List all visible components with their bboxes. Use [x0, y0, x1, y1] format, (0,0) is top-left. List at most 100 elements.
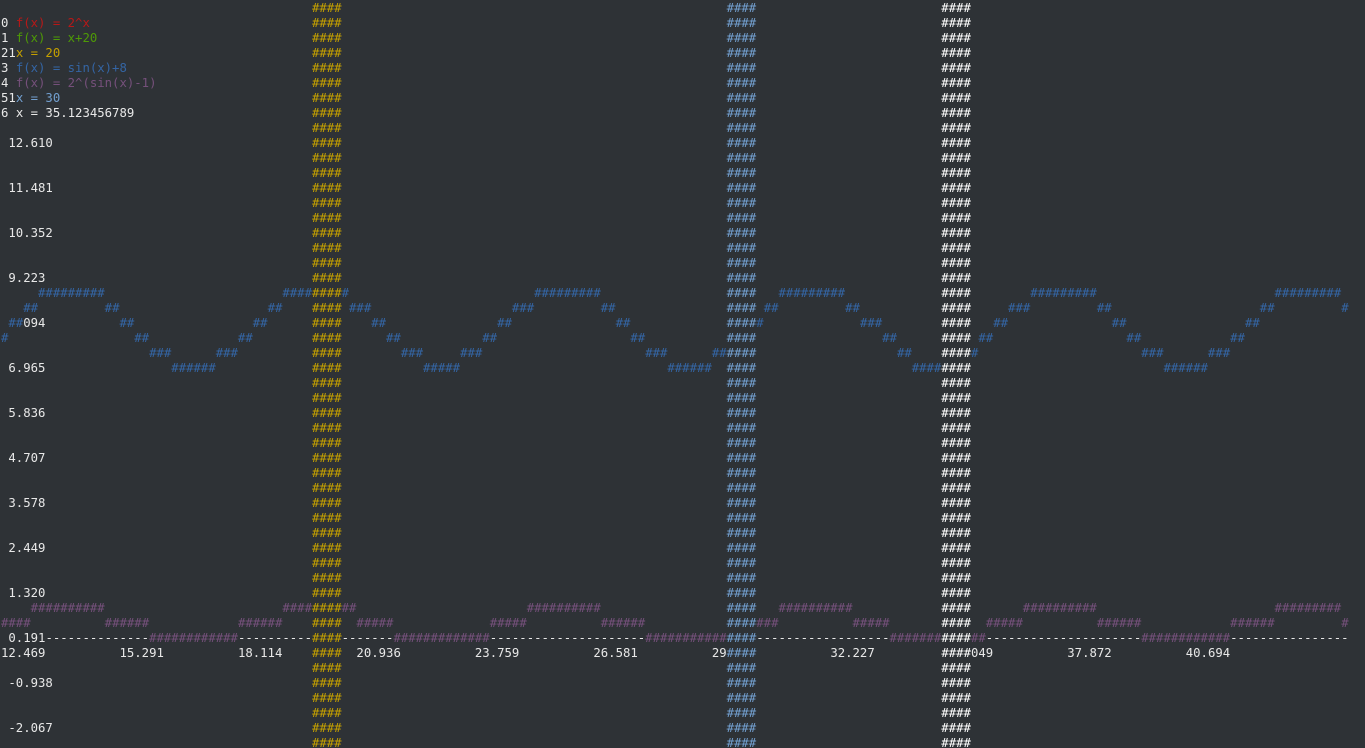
blank-space [512, 316, 616, 330]
blank-space [756, 646, 830, 660]
blank-space [756, 106, 941, 120]
vertical-line-x35: # [941, 601, 949, 615]
blank-space [978, 346, 1141, 360]
blank-space [1, 556, 312, 570]
blank-space: ### [734, 286, 757, 300]
blank-space: ### [734, 616, 757, 630]
blank-space: ### [319, 721, 342, 735]
vertical-line-x35: # [941, 211, 949, 225]
blank-space: ### [734, 301, 757, 315]
blank-space [630, 316, 726, 330]
blank-space [282, 301, 312, 315]
blank-space: ### [319, 526, 342, 540]
blank-space [756, 511, 941, 525]
vertical-line-x30: # [726, 286, 735, 300]
blank-space [756, 526, 941, 540]
y-tick-label: -0.938 [8, 676, 53, 690]
vertical-line-x30: # [726, 301, 735, 315]
terminal-row: #### #### #### [1, 466, 1348, 481]
terminal-row: #### #### #### [1, 241, 1348, 256]
blank-space [971, 226, 1349, 240]
x-tick-label: 26.581 [593, 646, 638, 660]
blank-space [971, 271, 1349, 285]
blank-space: ### [948, 16, 971, 30]
blank-space [971, 466, 1349, 480]
sin-curve-mark: ## [1096, 301, 1112, 315]
blank-space: ### [948, 676, 971, 690]
blank-space: ### [948, 376, 971, 390]
blank-space [1, 436, 312, 450]
vertical-line-x30: # [726, 151, 734, 165]
blank-space [156, 76, 311, 90]
vertical-line-x35: # [941, 241, 949, 255]
blank-space [534, 301, 601, 315]
vertical-line-x30: # [726, 556, 734, 570]
blank-space [342, 76, 727, 90]
vertical-line-x35: # [941, 481, 949, 495]
blank-space: ### [733, 721, 757, 735]
vertical-line-x30: # [726, 256, 734, 270]
x-tick-label: 12.469 [1, 646, 46, 660]
blank-space [971, 196, 1349, 210]
blank-space [993, 331, 1126, 345]
blank-space [971, 46, 1349, 60]
blank-space [756, 331, 882, 345]
blank-space: ### [734, 346, 757, 360]
blank-space: ### [319, 31, 342, 45]
blank-space [667, 346, 711, 360]
y-tick-label: 10.352 [8, 226, 53, 240]
sin-curve-mark: ### [1207, 346, 1231, 360]
terminal-graph: #### #### #### 0 f(x) = 2^x #### #### ##… [0, 0, 1365, 748]
vertical-line-x35: # [941, 181, 949, 195]
blank-space: ### [948, 286, 971, 300]
terminal-row: #### #### #### [1, 121, 1348, 136]
blank-space [993, 646, 1067, 660]
blank-space [756, 676, 941, 690]
terminal-row: #### #### #### [1, 511, 1348, 526]
blank-space [645, 616, 726, 630]
vertical-line-x30: # [726, 196, 734, 210]
exp-sin-curve-mark: ######### [1274, 601, 1342, 615]
blank-space: ### [319, 436, 342, 450]
blank-space: ### [319, 181, 342, 195]
blank-space: ### [733, 151, 757, 165]
blank-space [342, 256, 727, 270]
blank-space: ### [733, 676, 757, 690]
vertical-line-x30: # [726, 466, 734, 480]
blank-space [53, 721, 312, 735]
blank-space [45, 451, 312, 465]
blank-space: ### [733, 31, 757, 45]
blank-space [971, 316, 993, 330]
blank-space: ### [733, 466, 757, 480]
blank-space [601, 601, 727, 615]
vertical-line-x35: # [941, 301, 949, 315]
blank-space: ### [319, 196, 342, 210]
sin-curve-mark: #### [911, 361, 942, 375]
blank-space: ### [319, 646, 342, 660]
blank-space [342, 121, 727, 135]
blank-space [8, 331, 134, 345]
blank-space: ### [319, 361, 342, 375]
sin-curve-mark: ## [371, 316, 387, 330]
blank-space [756, 226, 941, 240]
blank-space [1, 256, 312, 270]
exp-sin-curve-mark: ### [756, 616, 779, 630]
blank-space [712, 361, 727, 375]
blank-space [423, 346, 460, 360]
blank-space [756, 346, 897, 360]
blank-space [1, 601, 31, 615]
blank-space: ### [733, 61, 757, 75]
blank-space [342, 556, 727, 570]
sin-curve-mark: ## [882, 331, 897, 345]
blank-space [1, 466, 312, 480]
blank-space [756, 136, 941, 150]
blank-space [1, 196, 312, 210]
sin-curve-mark: ###### [667, 361, 712, 375]
sin-curve-mark: ## [267, 301, 283, 315]
sin-curve-mark: ###### [171, 361, 216, 375]
terminal-row: ##094 ## ## #### ## ## ## ##### ### ####… [1, 316, 1349, 331]
blank-space [401, 331, 482, 345]
exp-sin-curve-mark: #### [1, 616, 31, 630]
blank-space [756, 61, 941, 75]
blank-space [45, 541, 312, 555]
